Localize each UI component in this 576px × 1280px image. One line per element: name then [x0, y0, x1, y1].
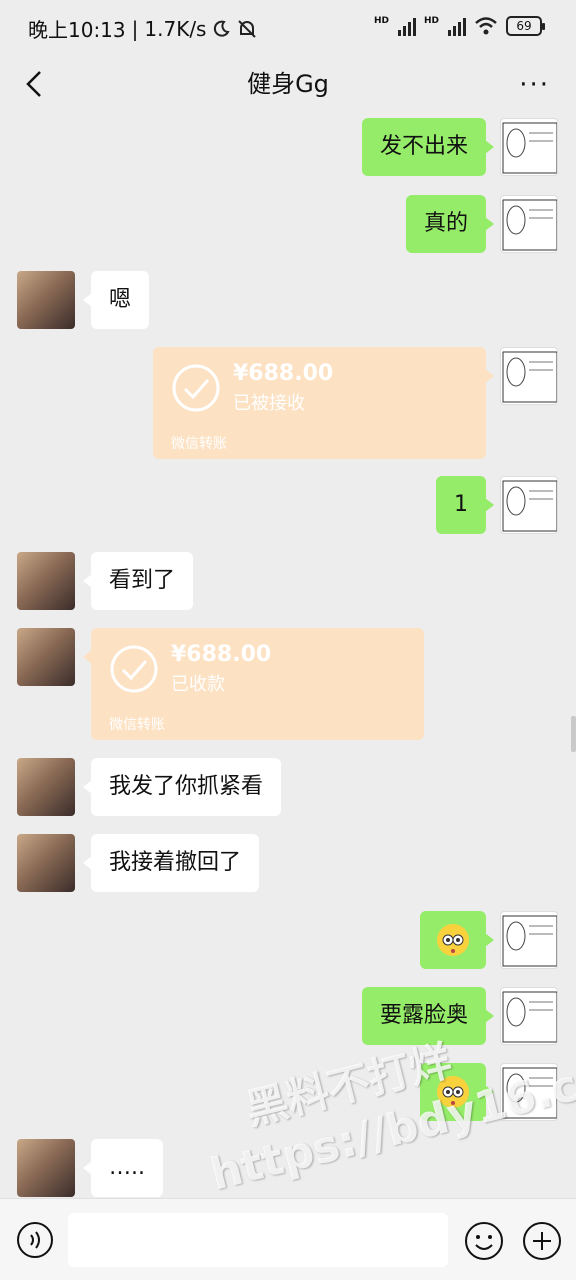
sticker-avatar-icon [502, 915, 557, 967]
emoji-button-icon[interactable] [464, 1221, 504, 1261]
check-circle-icon [110, 645, 158, 693]
emoji-message-bubble[interactable] [420, 911, 494, 969]
message-bubble-contact[interactable]: 看到了 [82, 552, 194, 610]
transfer-amount: ¥688.00 [171, 642, 272, 667]
contact-avatar[interactable] [17, 758, 75, 816]
sticker-avatar-icon [502, 1067, 557, 1119]
sticker-avatar-icon [502, 991, 557, 1043]
my-avatar[interactable] [500, 911, 558, 969]
contact-avatar[interactable] [17, 1139, 75, 1197]
hd-label-1: HD [373, 16, 389, 26]
hd-label-2: HD [423, 16, 439, 26]
contact-avatar[interactable] [17, 271, 75, 329]
plus-button-icon[interactable] [522, 1221, 562, 1261]
status-time: 晚上10:13 [28, 18, 126, 42]
chat-message-list[interactable]: 发不出来 真的 嗯 ¥688.00 已被接收 微信转账 1 看到了 ¥688.0… [0, 112, 576, 1198]
battery-icon: 69 [506, 16, 545, 36]
check-circle-icon [172, 364, 220, 412]
message-bubble-mine[interactable]: 要露脸奥 [361, 987, 495, 1045]
status-bar: 晚上10:13 | 1.7K/s HD HD 69 [0, 0, 576, 56]
wifi-icon [475, 17, 497, 35]
my-avatar[interactable] [500, 118, 558, 176]
sticker-avatar-icon [502, 199, 557, 251]
transfer-label: 微信转账 [171, 436, 227, 452]
message-input[interactable] [68, 1213, 448, 1267]
emoji-message-bubble[interactable] [420, 1063, 494, 1121]
message-bubble-mine[interactable]: 真的 [405, 195, 495, 253]
my-avatar[interactable] [500, 987, 558, 1045]
transfer-amount: ¥688.00 [233, 361, 334, 386]
sticker-avatar-icon [502, 351, 557, 403]
my-avatar[interactable] [500, 347, 558, 405]
more-options-button[interactable]: ··· [519, 70, 550, 100]
flushed-face-icon [437, 924, 469, 956]
transfer-card-received[interactable]: ¥688.00 已收款 微信转账 [83, 628, 424, 740]
nav-bar: 健身Gg ··· [0, 56, 576, 112]
sticker-avatar-icon [502, 480, 557, 532]
status-separator: | [131, 16, 139, 41]
my-avatar[interactable] [500, 1063, 558, 1121]
input-bar [0, 1198, 576, 1280]
signal-icon-2 [448, 16, 466, 36]
message-bubble-contact[interactable]: 嗯 [82, 271, 150, 329]
scrollbar[interactable] [571, 716, 576, 752]
status-left: 晚上10:13 | 1.7K/s [28, 14, 258, 43]
transfer-status: 已收款 [171, 674, 225, 695]
contact-avatar[interactable] [17, 628, 75, 686]
message-bubble-contact[interactable]: 我发了你抓紧看 [82, 758, 282, 816]
transfer-status: 已被接收 [233, 393, 305, 414]
sticker-avatar-icon [502, 122, 557, 174]
chat-title: 健身Gg [247, 70, 329, 98]
my-avatar[interactable] [500, 195, 558, 253]
transfer-card-sent[interactable]: ¥688.00 已被接收 微信转账 [153, 347, 494, 459]
transfer-label: 微信转账 [109, 717, 165, 733]
network-speed: 1.7K/s [144, 16, 207, 41]
moon-icon [214, 20, 231, 37]
contact-avatar[interactable] [17, 834, 75, 892]
flushed-face-icon [437, 1076, 469, 1108]
message-bubble-contact[interactable]: ….. [83, 1139, 163, 1197]
mute-bell-icon [238, 19, 257, 38]
message-bubble-contact[interactable]: 我接着撤回了 [82, 834, 260, 892]
my-avatar[interactable] [500, 476, 558, 534]
message-bubble-mine[interactable]: 1 [436, 476, 494, 534]
status-right: HD HD 69 [373, 16, 545, 36]
voice-input-icon[interactable] [16, 1221, 54, 1259]
signal-icon-1 [397, 16, 416, 36]
contact-avatar[interactable] [17, 552, 75, 610]
message-bubble-mine[interactable]: 发不出来 [361, 118, 495, 176]
